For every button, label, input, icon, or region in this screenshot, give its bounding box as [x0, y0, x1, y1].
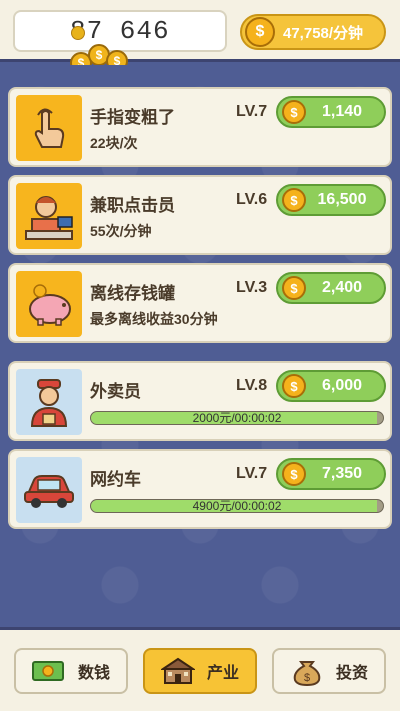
- upgrade-price: 6,000: [321, 377, 363, 394]
- industry-list: 手指变粗了 22块/次 LV.7 $ 1,140 兼职点击员 55次/分钟 LV…: [0, 65, 400, 625]
- upgrade-card-piggy: 离线存钱罐 最多离线收益30分钟 LV.3 $ 2,400: [8, 263, 392, 343]
- card-level: LV.3: [236, 279, 268, 296]
- income-rate-badge: $ 47,758/分钟: [240, 14, 386, 50]
- clerk-icon: [16, 183, 82, 249]
- progress-text: 4900元/00:00:02: [192, 499, 282, 513]
- upgrade-price: 16,500: [317, 191, 367, 208]
- upgrade-price: 2,400: [321, 279, 363, 296]
- top-bar: 87 646 $ 47,758/分钟: [0, 0, 400, 62]
- card-title: 外卖员: [90, 382, 141, 401]
- svg-text:$: $: [304, 672, 310, 684]
- cash-icon: [31, 657, 66, 685]
- upgrade-button[interactable]: $ 16,500: [276, 184, 386, 216]
- piggy-bank-icon: [16, 271, 82, 337]
- card-subtitle: 最多离线收益30分钟: [90, 311, 218, 327]
- card-level: LV.7: [236, 465, 268, 482]
- card-title: 兼职点击员: [90, 196, 175, 215]
- building-icon: [160, 657, 195, 685]
- card-title: 网约车: [90, 470, 141, 489]
- upgrade-card-finger: 手指变粗了 22块/次 LV.7 $ 1,140: [8, 87, 392, 167]
- tab-label: 数钱: [77, 665, 110, 682]
- industry-card-rideshare: 网约车 LV.7 $ 7,350 4900元/00:00:02: [8, 449, 392, 529]
- tab-count-money[interactable]: 数钱: [14, 648, 128, 694]
- coin-icon: $: [282, 462, 306, 486]
- delivery-man-icon: [16, 369, 82, 435]
- card-title: 手指变粗了: [90, 108, 175, 127]
- card-subtitle: 55次/分钟: [90, 223, 152, 239]
- coin-icon: $: [282, 374, 306, 398]
- tab-label: 投资: [335, 665, 368, 682]
- industry-card-delivery: 外卖员 LV.8 $ 6,000 2000元/00:00:02: [8, 361, 392, 441]
- upgrade-price: 7,350: [321, 465, 363, 482]
- coin-icon: $: [282, 276, 306, 300]
- money-bag-icon: $: [290, 657, 324, 686]
- card-title: 离线存钱罐: [90, 284, 175, 303]
- coin-icon: $: [245, 17, 275, 47]
- upgrade-card-clicker: 兼职点击员 55次/分钟 LV.6 $ 16,500: [8, 175, 392, 255]
- income-progress-bar: 2000元/00:00:02: [90, 411, 384, 425]
- coin-icon: $: [282, 188, 306, 212]
- card-level: LV.8: [236, 377, 268, 394]
- tab-industry[interactable]: 产业: [143, 648, 257, 694]
- upgrade-button[interactable]: $ 1,140: [276, 96, 386, 128]
- progress-text: 2000元/00:00:02: [192, 411, 282, 425]
- tab-invest[interactable]: $ 投资: [272, 648, 386, 694]
- coin-icon: $: [282, 100, 306, 124]
- tab-label: 产业: [206, 665, 239, 682]
- card-level: LV.6: [236, 191, 268, 208]
- upgrade-button[interactable]: $ 6,000: [276, 370, 386, 402]
- car-icon: [16, 457, 82, 523]
- finger-tap-icon: [16, 95, 82, 161]
- income-progress-bar: 4900元/00:00:02: [90, 499, 384, 513]
- upgrade-button[interactable]: $ 2,400: [276, 272, 386, 304]
- upgrade-button[interactable]: $ 7,350: [276, 458, 386, 490]
- card-level: LV.7: [236, 103, 268, 120]
- income-rate-text: 47,758/分钟: [283, 24, 364, 42]
- upgrade-price: 1,140: [321, 103, 363, 120]
- card-subtitle: 22块/次: [90, 135, 138, 151]
- bottom-nav: 数钱 产业 $ 投资: [0, 627, 400, 711]
